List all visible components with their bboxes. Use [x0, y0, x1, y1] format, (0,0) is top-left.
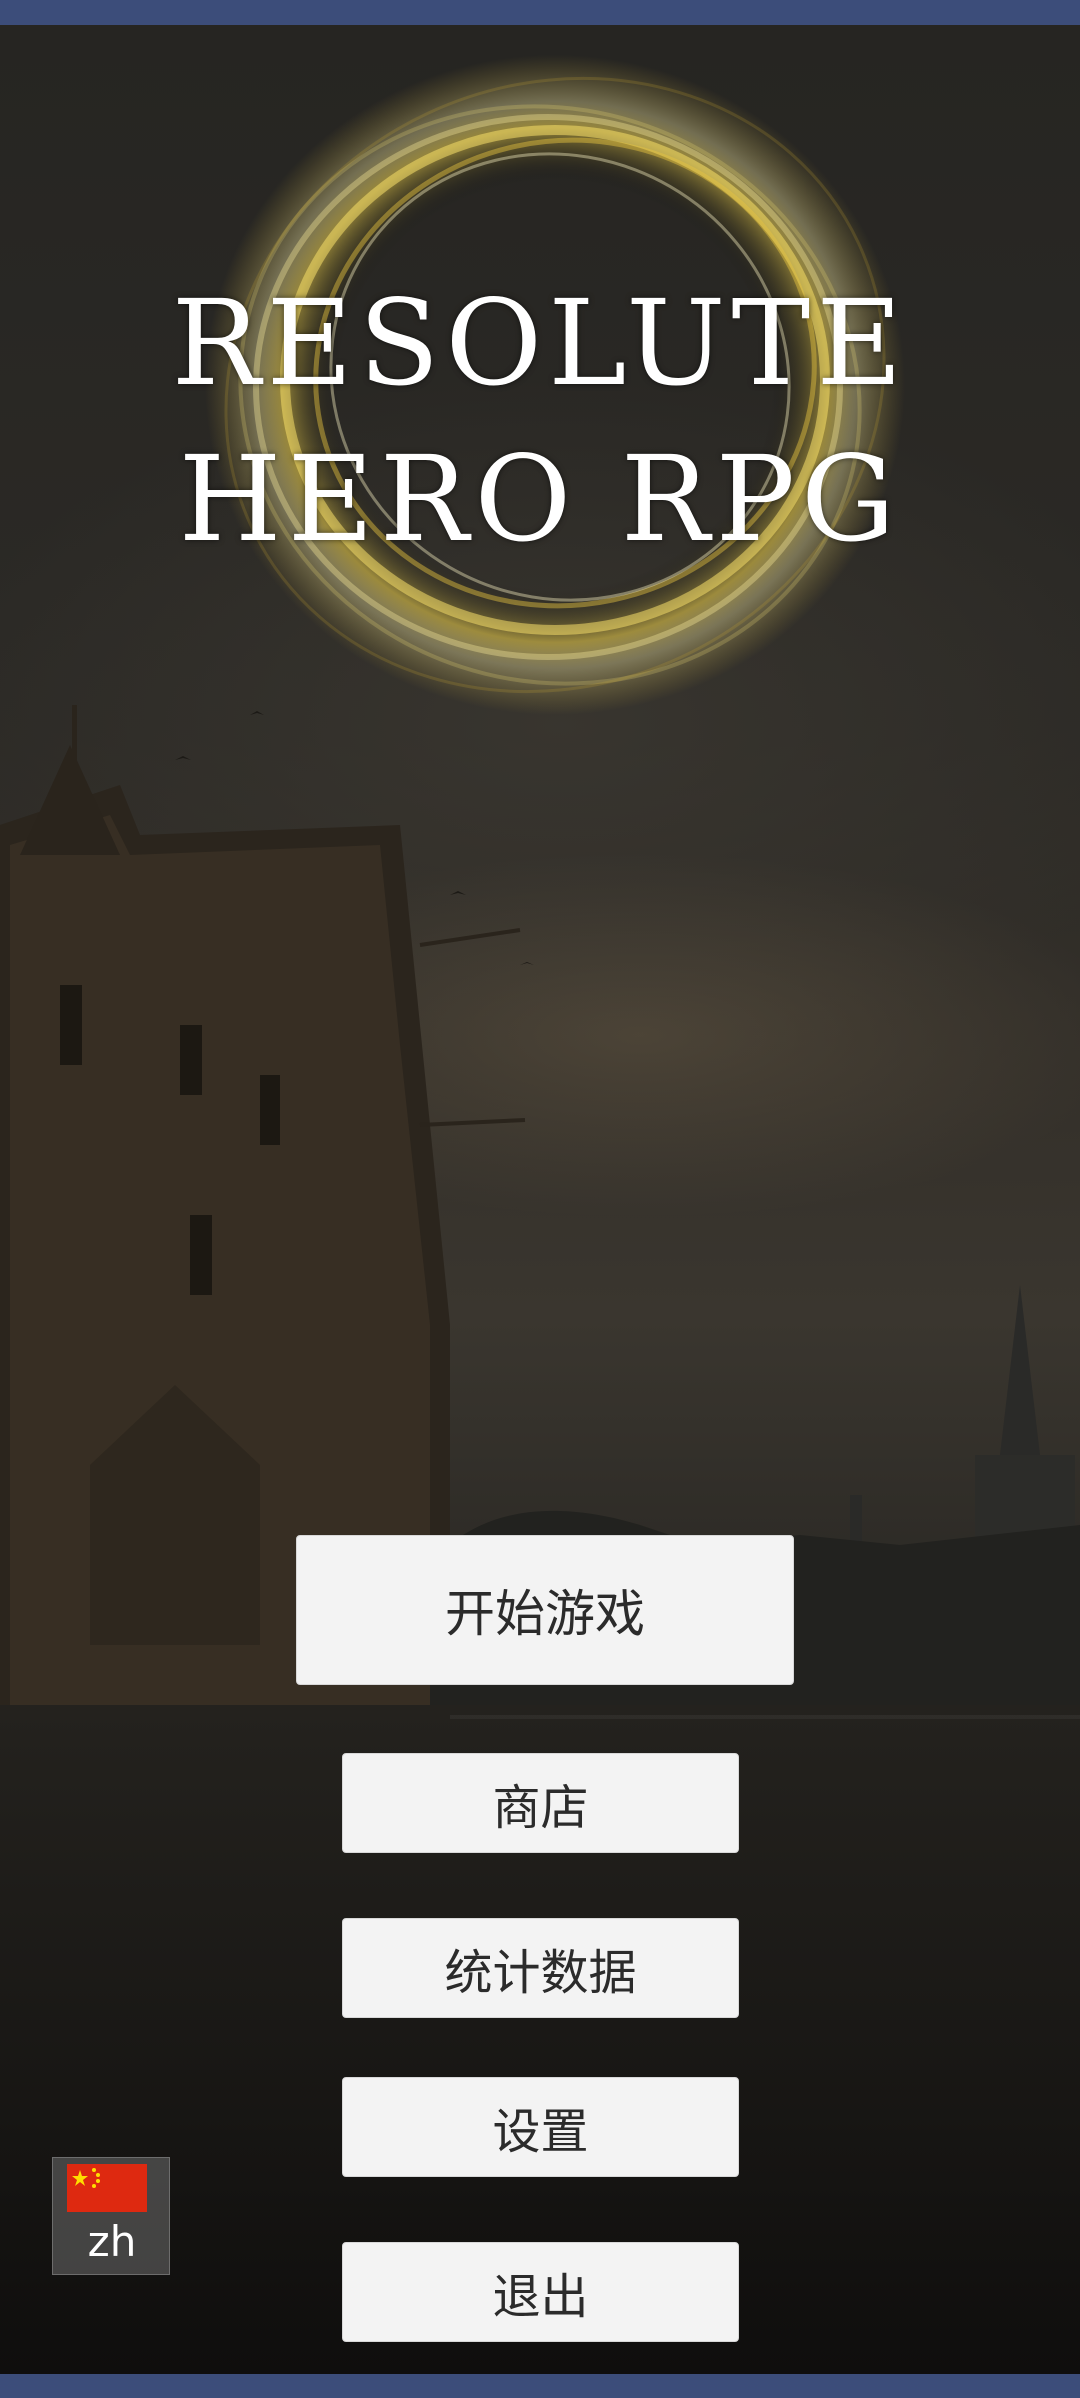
statistics-button[interactable]: 统计数据 [342, 1918, 739, 2018]
china-flag-icon [67, 2164, 147, 2212]
main-menu-screen: RESOLUTE HERO RPG 开始游戏 商店 统计数据 设置 退出 zh [0, 0, 1080, 2398]
start-game-button[interactable]: 开始游戏 [296, 1535, 794, 1685]
exit-button[interactable]: 退出 [342, 2242, 739, 2342]
game-title: RESOLUTE HERO RPG [0, 265, 1080, 577]
title-line-2: HERO RPG [178, 430, 902, 568]
language-code: zh [87, 2217, 137, 2266]
settings-button[interactable]: 设置 [342, 2077, 739, 2177]
shop-button[interactable]: 商店 [342, 1753, 739, 1853]
status-bar [0, 0, 1080, 25]
background-painting: RESOLUTE HERO RPG [0, 25, 1080, 2374]
language-switch-button[interactable]: zh [52, 2157, 170, 2275]
title-line-1: RESOLUTE [171, 274, 909, 412]
navigation-bar [0, 2374, 1080, 2398]
